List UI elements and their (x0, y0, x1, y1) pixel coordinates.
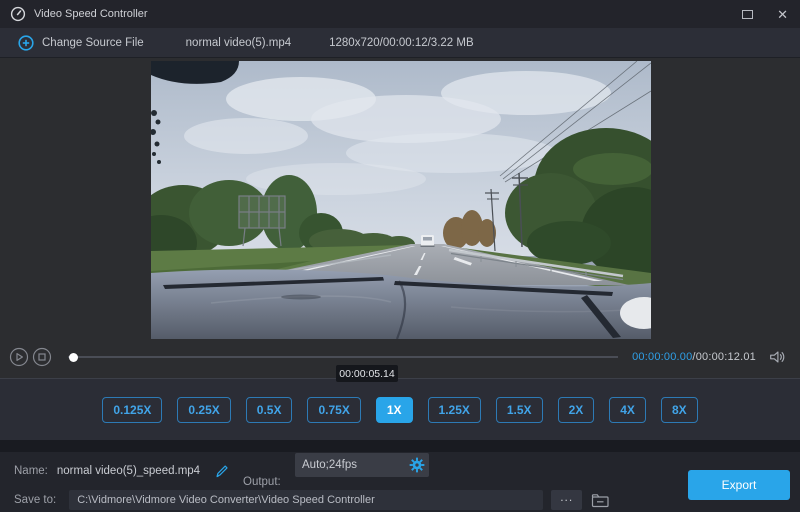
titlebar: Video Speed Controller ✕ (0, 0, 800, 28)
playback-controls: 00:00:00.00/00:00:12.01 (0, 342, 800, 372)
save-path-field[interactable]: C:\Vidmore\Vidmore Video Converter\Video… (69, 490, 543, 510)
speed-button-1.25x[interactable]: 1.25X (428, 397, 481, 423)
output-format-field[interactable]: Auto;24fps (295, 453, 429, 477)
change-source-label: Change Source File (42, 37, 144, 49)
open-folder-button[interactable] (591, 492, 610, 509)
source-file-info: 1280x720/00:00:12/3.22 MB (329, 37, 474, 49)
dashcam-road-scene (151, 61, 651, 339)
speed-button-8x[interactable]: 8X (661, 397, 698, 423)
maximize-button[interactable] (742, 10, 753, 19)
name-row: Name: normal video(5)_speed.mp4 (14, 458, 230, 484)
speed-button-4x[interactable]: 4X (609, 397, 646, 423)
stop-button[interactable] (32, 347, 52, 367)
play-button[interactable] (9, 347, 29, 367)
source-filename: normal video(5).mp4 (186, 37, 291, 49)
speed-button-1x[interactable]: 1X (376, 397, 413, 423)
browse-folder-button[interactable]: ... (551, 490, 582, 510)
save-to-row: Save to: C:\Vidmore\Vidmore Video Conver… (14, 490, 610, 510)
player-panel: 00:00:00.00/00:00:12.01 00:00:05.14 (0, 57, 800, 378)
output-bar: Name: normal video(5)_speed.mp4 Output: … (0, 452, 800, 512)
window-title: Video Speed Controller (34, 8, 148, 20)
speedometer-icon (10, 6, 26, 22)
speed-button-0.25x[interactable]: 0.25X (177, 397, 230, 423)
edit-name-button[interactable] (214, 463, 230, 479)
output-label: Output: (243, 476, 281, 488)
video-speed-controller-window: Video Speed Controller ✕ Change Source F… (0, 0, 800, 512)
speed-button-1.5x[interactable]: 1.5X (496, 397, 543, 423)
speed-options-panel: 0.125X 0.25X 0.5X 0.75X 1X 1.25X 1.5X 2X 4X 8X (0, 378, 800, 440)
output-filename: normal video(5)_speed.mp4 (57, 465, 200, 477)
speed-button-0.75x[interactable]: 0.75X (307, 397, 360, 423)
playhead-time-tooltip: 00:00:05.14 (336, 365, 398, 382)
speed-button-0.125x[interactable]: 0.125X (102, 397, 162, 423)
gear-icon[interactable] (409, 457, 425, 476)
section-divider (0, 440, 800, 452)
speed-button-2x[interactable]: 2X (558, 397, 595, 423)
time-display: 00:00:00.00/00:00:12.01 (632, 351, 756, 363)
output-format-value: Auto;24fps (302, 459, 357, 471)
close-button[interactable]: ✕ (777, 8, 788, 21)
seek-thumb[interactable] (69, 353, 78, 362)
change-source-file-button[interactable]: Change Source File (18, 35, 144, 51)
total-time: 00:00:12.01 (696, 351, 756, 363)
seek-track[interactable] (68, 356, 618, 358)
export-button[interactable]: Export (688, 470, 790, 500)
current-time: 00:00:00.00 (632, 351, 692, 363)
speed-button-0.5x[interactable]: 0.5X (246, 397, 293, 423)
name-label: Name: (14, 465, 48, 477)
video-preview (151, 61, 651, 339)
plus-circle-icon (18, 35, 34, 51)
seek-slider[interactable] (68, 350, 618, 364)
volume-button[interactable] (768, 348, 786, 366)
source-toolbar: Change Source File normal video(5).mp4 1… (0, 28, 800, 57)
save-to-label: Save to: (14, 494, 56, 506)
